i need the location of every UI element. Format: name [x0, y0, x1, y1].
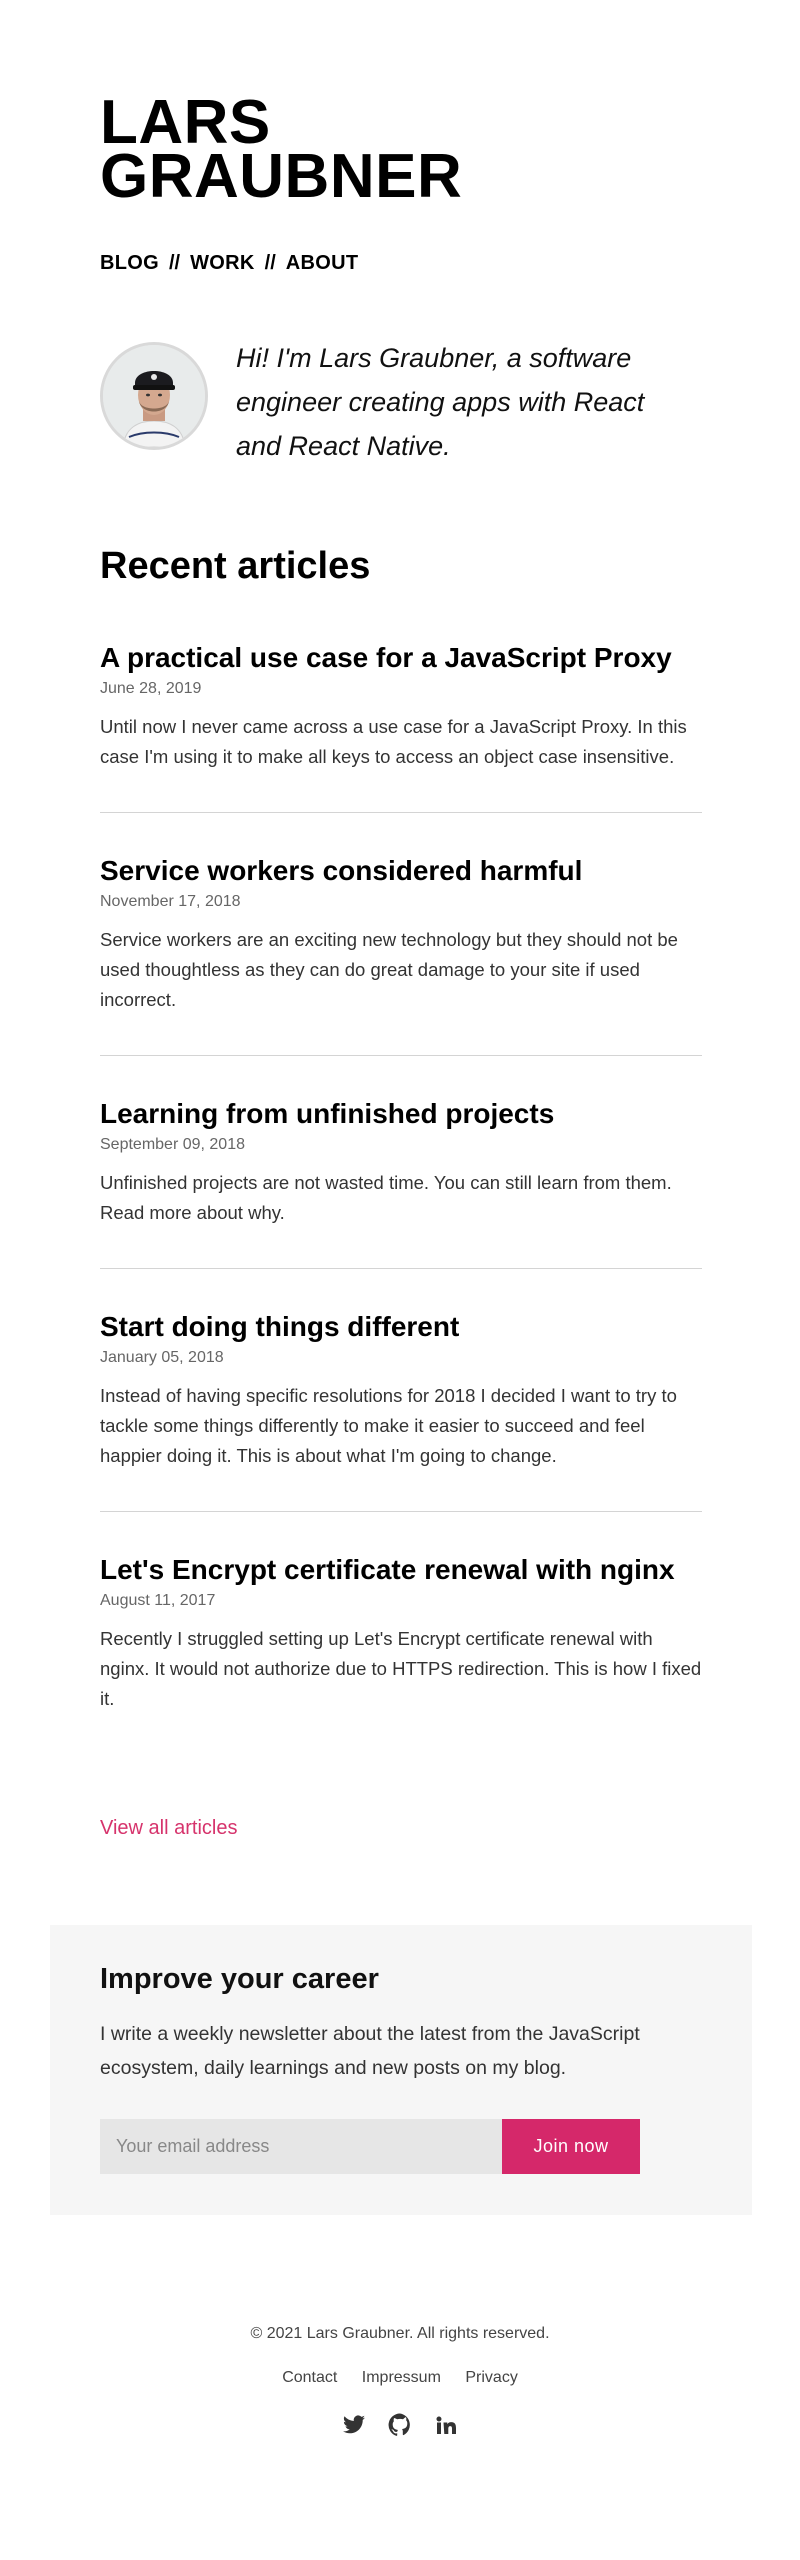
article-date: January 05, 2018 — [100, 1349, 224, 1366]
twitter-icon[interactable] — [342, 2413, 366, 2437]
newsletter-text: I write a weekly newsletter about the la… — [100, 2023, 640, 2079]
view-all-articles-link[interactable]: View all articles — [100, 1817, 237, 1840]
article-item: Learning from unfinished projects Septem… — [100, 1096, 702, 1269]
article-excerpt: Service workers are an exciting new tech… — [100, 929, 678, 1010]
article-excerpt: Until now I never came across a use case… — [100, 716, 687, 767]
article-excerpt: Recently I struggled setting up Let's En… — [100, 1628, 702, 1709]
article-excerpt: Instead of having specific resolutions f… — [100, 1385, 677, 1466]
article-item: Service workers considered harmful Novem… — [100, 853, 702, 1056]
join-now-button[interactable]: Join now — [502, 2119, 640, 2174]
footer-link-impressum[interactable]: Impressum — [362, 2369, 441, 2386]
article-list: A practical use case for a JavaScript Pr… — [100, 640, 702, 1714]
site-title[interactable]: LARS GRAUBNER — [100, 92, 462, 208]
nav-separator: // — [168, 252, 181, 274]
intro-text: Hi! I'm Lars Graubner, a software engine… — [236, 343, 645, 461]
nav-link-blog[interactable]: BLOG — [100, 252, 159, 275]
intro: Hi! I'm Lars Graubner, a software engine… — [100, 342, 700, 468]
nav-link-work[interactable]: WORK — [190, 252, 255, 275]
linkedin-icon[interactable] — [434, 2413, 458, 2437]
article-date: September 09, 2018 — [100, 1136, 245, 1153]
article-item: A practical use case for a JavaScript Pr… — [100, 640, 702, 813]
article-title[interactable]: Start doing things different — [100, 1309, 702, 1345]
footer-links: Contact Impressum Privacy — [0, 2369, 800, 2387]
article-date: August 11, 2017 — [100, 1592, 216, 1609]
newsletter-form: Join now — [100, 2119, 640, 2174]
footer: © 2021 Lars Graubner. All rights reserve… — [0, 2325, 800, 2437]
social-links — [0, 2413, 800, 2437]
main-nav: BLOG // WORK // ABOUT — [100, 252, 358, 275]
newsletter-title: Improve your career — [100, 1963, 379, 1995]
nav-separator: // — [264, 252, 276, 274]
github-icon[interactable] — [388, 2413, 412, 2437]
page: LARS GRAUBNER BLOG // WORK // ABOUT Hi! … — [0, 0, 800, 2560]
recent-articles-heading: Recent articles — [100, 545, 371, 587]
article-title[interactable]: Learning from unfinished projects — [100, 1096, 702, 1132]
article-title[interactable]: A practical use case for a JavaScript Pr… — [100, 640, 702, 676]
article-date: November 17, 2018 — [100, 893, 241, 910]
copyright-text: © 2021 Lars Graubner. All rights reserve… — [250, 2325, 550, 2342]
avatar-portrait-icon — [103, 345, 205, 447]
footer-link-privacy[interactable]: Privacy — [465, 2369, 517, 2386]
article-date: June 28, 2019 — [100, 680, 202, 697]
article-title[interactable]: Let's Encrypt certificate renewal with n… — [100, 1552, 702, 1588]
footer-link-contact[interactable]: Contact — [282, 2369, 337, 2386]
article-excerpt: Unfinished projects are not wasted time.… — [100, 1172, 672, 1223]
avatar — [100, 342, 208, 450]
newsletter-box: Improve your career I write a weekly new… — [50, 1925, 752, 2215]
article-title[interactable]: Service workers considered harmful — [100, 853, 702, 889]
email-input[interactable] — [100, 2119, 502, 2174]
nav-link-about[interactable]: ABOUT — [286, 252, 359, 275]
site-title-line-2[interactable]: GRAUBNER — [100, 146, 462, 208]
article-item: Let's Encrypt certificate renewal with n… — [100, 1552, 702, 1714]
article-item: Start doing things different January 05,… — [100, 1309, 702, 1512]
